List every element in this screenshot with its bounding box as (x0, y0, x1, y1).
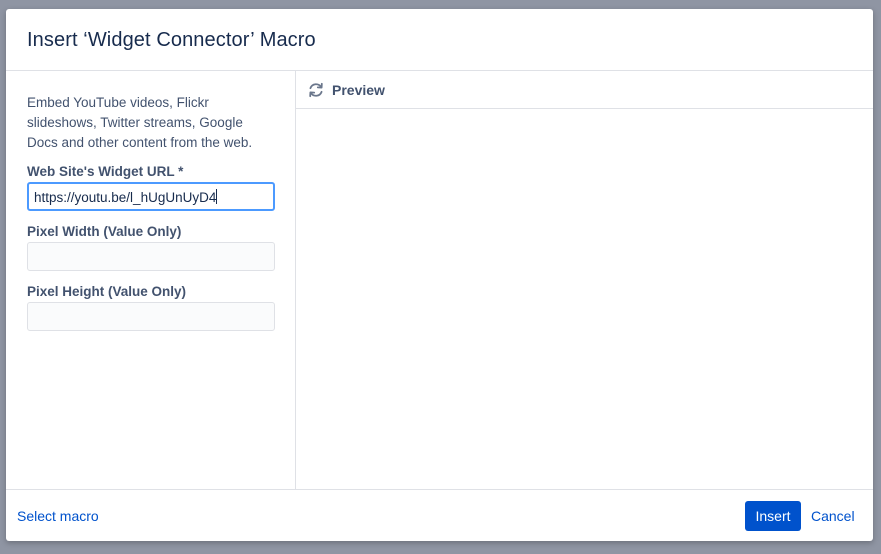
dialog-title: Insert ‘Widget Connector’ Macro (27, 29, 316, 51)
refresh-icon[interactable] (307, 81, 325, 99)
pixel-height-input[interactable] (27, 302, 275, 331)
insert-button[interactable]: Insert (745, 501, 801, 531)
cancel-link[interactable]: Cancel (811, 508, 855, 524)
pixel-width-label: Pixel Width (Value Only) (27, 224, 182, 239)
pixel-height-label: Pixel Height (Value Only) (27, 284, 187, 299)
text-caret (216, 189, 218, 204)
preview-label: Preview (332, 82, 385, 98)
widget-url-value: https://youtu.be/l_hUgUnUyD4 (34, 189, 218, 205)
preview-header[interactable]: Preview (296, 71, 873, 109)
preview-panel: Preview (296, 71, 873, 489)
url-label: Web Site's Widget URL * (27, 164, 184, 179)
select-macro-link[interactable]: Select macro (17, 508, 99, 524)
widget-url-input[interactable]: https://youtu.be/l_hUgUnUyD4 (27, 182, 275, 211)
pixel-width-input[interactable] (27, 242, 275, 271)
macro-parameters-panel: Embed YouTube videos, Flickr slideshows,… (6, 71, 296, 489)
insert-macro-dialog: Insert ‘Widget Connector’ Macro Embed Yo… (6, 9, 873, 541)
macro-description: Embed YouTube videos, Flickr slideshows,… (27, 95, 253, 150)
dialog-footer: Select macro Insert Cancel (6, 489, 873, 541)
dialog-header: Insert ‘Widget Connector’ Macro (6, 9, 873, 71)
